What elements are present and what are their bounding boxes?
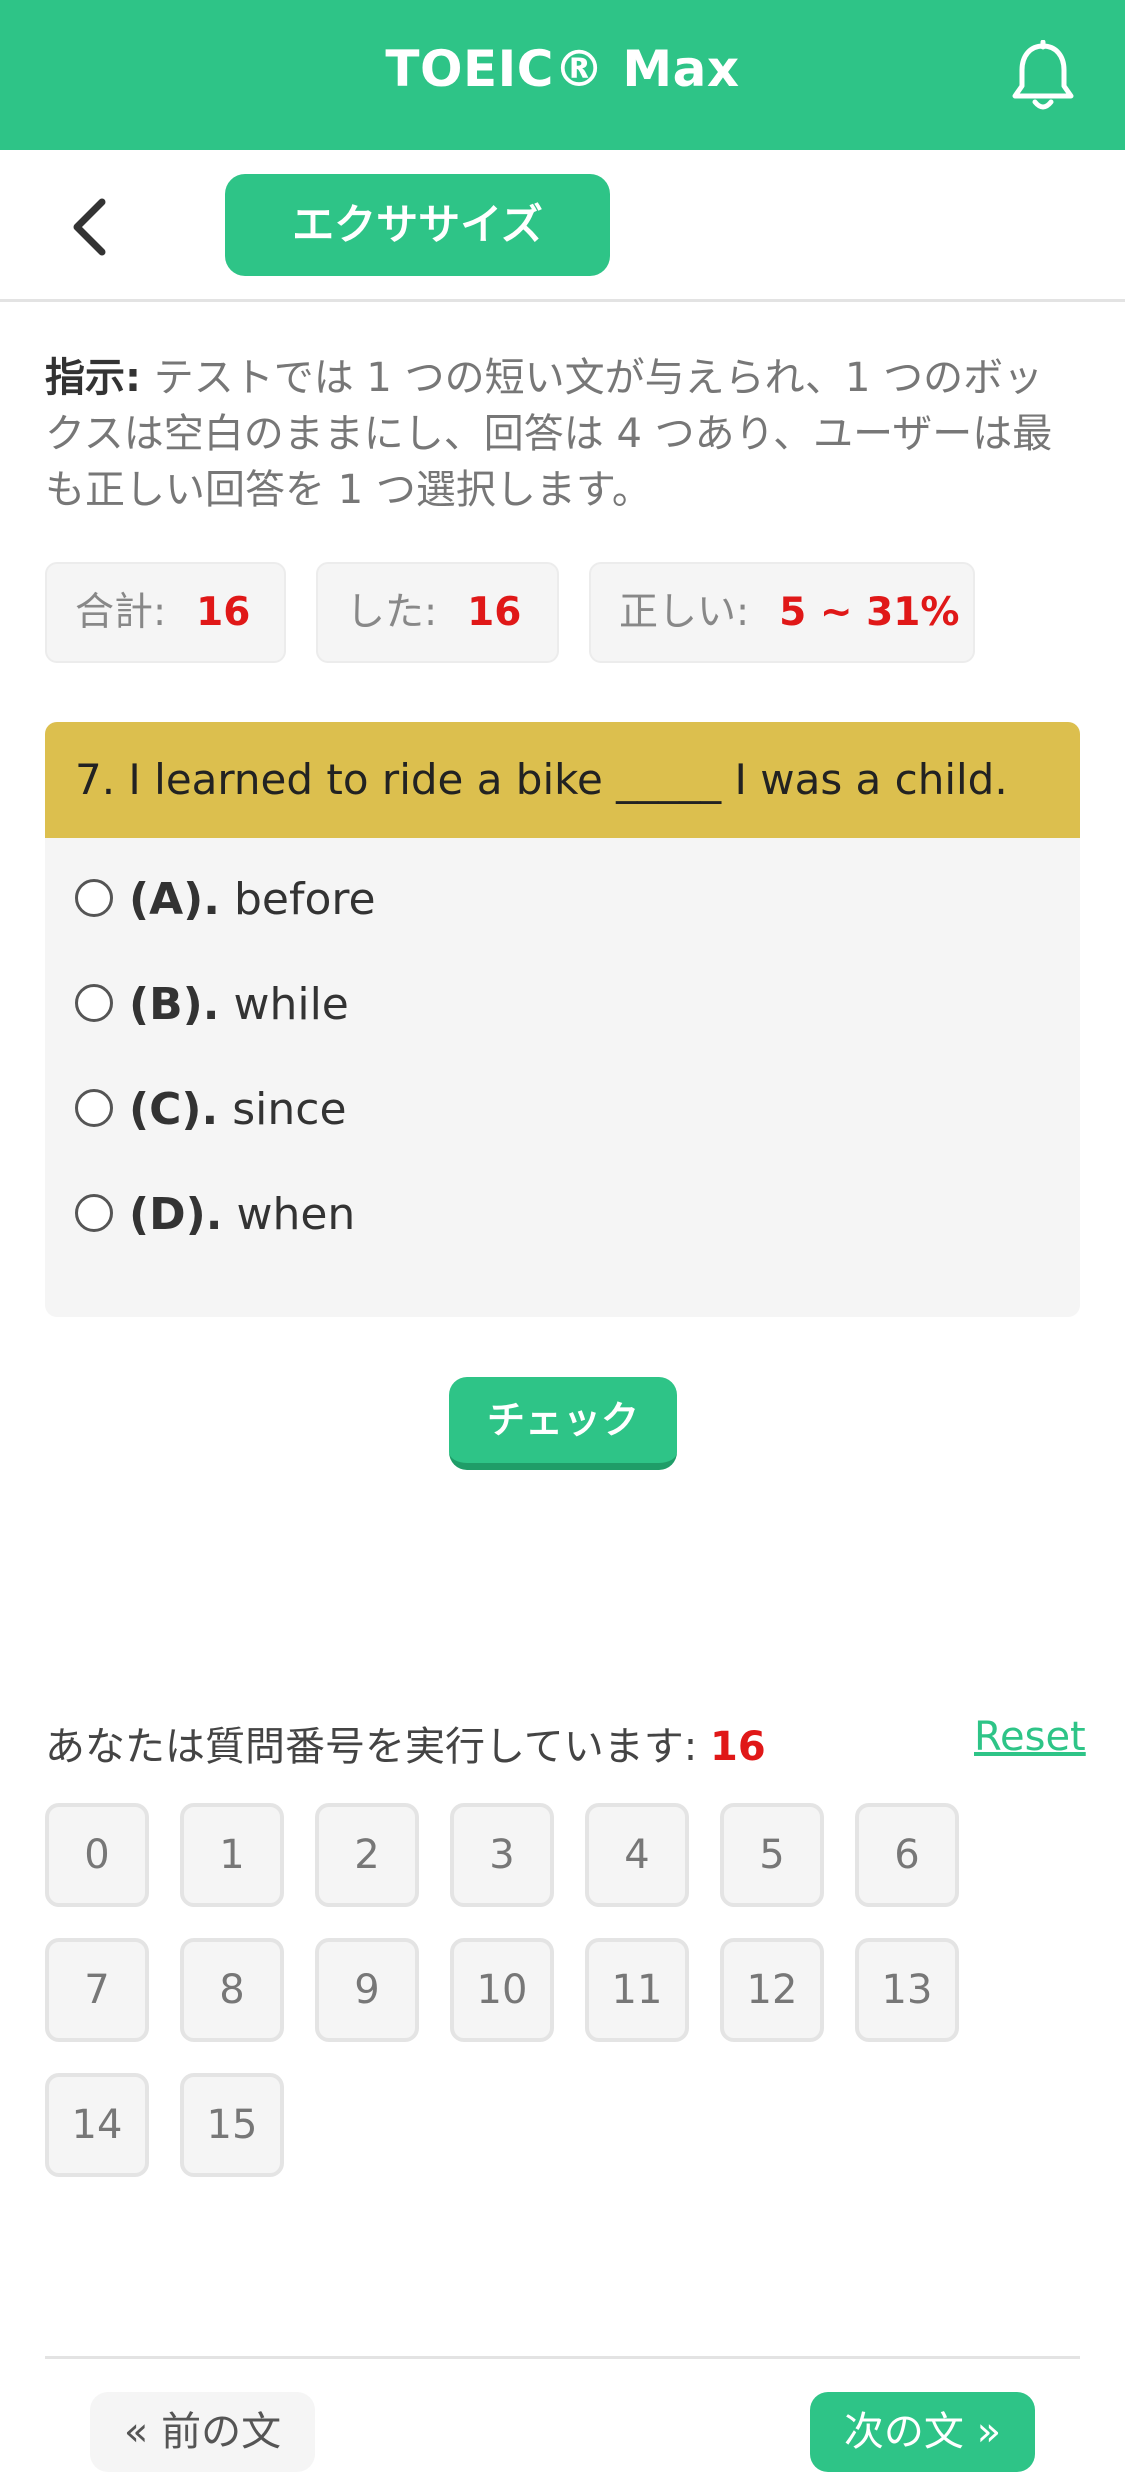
option-d[interactable]: (D). when <box>75 1185 355 1245</box>
stat-done: した: 16 <box>316 562 559 663</box>
stat-total: 合計: 16 <box>45 562 286 663</box>
question-number-button[interactable]: 12 <box>720 1938 824 2042</box>
option-key: (C). <box>129 1084 219 1135</box>
question-number-button[interactable]: 4 <box>585 1803 689 1907</box>
question-number-button[interactable]: 10 <box>450 1938 554 2042</box>
reset-link[interactable]: Reset <box>974 1714 1086 1760</box>
stat-total-label: 合計: <box>75 590 167 635</box>
option-text: when <box>236 1189 356 1240</box>
tab-exercise[interactable]: エクササイズ <box>225 174 610 276</box>
stat-correct: 正しい: 5 ~ 31% <box>589 562 975 663</box>
question-number-button[interactable]: 6 <box>855 1803 959 1907</box>
stat-done-label: した: <box>346 590 438 635</box>
progress-label: あなたは質問番号を実行しています: 16 <box>45 1714 766 1772</box>
option-key: (B). <box>129 979 220 1030</box>
radio-button[interactable] <box>75 1194 113 1232</box>
progress-text: あなたは質問番号を実行しています: <box>45 1724 698 1770</box>
radio-button[interactable] <box>75 1089 113 1127</box>
instruction-text: 指示: テストでは 1 つの短い文が与えられ、1 つのボックスは空白のままにし、… <box>45 350 1080 518</box>
option-text: while <box>233 979 349 1030</box>
option-key: (A). <box>129 874 220 925</box>
stat-correct-label: 正しい: <box>619 590 750 635</box>
question-card: 7. I learned to ride a bike _____ I was … <box>45 722 1080 1317</box>
instruction-body: テストでは 1 つの短い文が与えられ、1 つのボックスは空白のままにし、回答は … <box>45 355 1053 513</box>
question-number-button[interactable]: 3 <box>450 1803 554 1907</box>
question-text: 7. I learned to ride a bike _____ I was … <box>45 722 1080 838</box>
divider <box>45 2356 1080 2359</box>
instruction-label: 指示: <box>45 355 141 401</box>
option-text: before <box>234 874 376 925</box>
sub-navigation: エクササイズ <box>0 150 1125 302</box>
question-number-button[interactable]: 8 <box>180 1938 284 2042</box>
option-c[interactable]: (C). since <box>75 1080 347 1140</box>
stat-correct-value: 5 ~ 31% <box>779 590 960 635</box>
option-a[interactable]: (A). before <box>75 870 376 930</box>
radio-button[interactable] <box>75 879 113 917</box>
chevron-left-icon[interactable] <box>62 192 122 262</box>
option-key: (D). <box>129 1189 223 1240</box>
prev-sentence-button[interactable]: « 前の文 <box>90 2392 315 2472</box>
app-title: TOEIC® Max <box>385 40 740 98</box>
check-button[interactable]: チェック <box>449 1377 677 1470</box>
app-header: TOEIC® Max <box>0 0 1125 150</box>
question-number-button[interactable]: 7 <box>45 1938 149 2042</box>
radio-button[interactable] <box>75 984 113 1022</box>
next-sentence-button[interactable]: 次の文 » <box>810 2392 1035 2472</box>
stat-total-value: 16 <box>196 590 251 635</box>
question-number-button[interactable]: 13 <box>855 1938 959 2042</box>
question-number-button[interactable]: 11 <box>585 1938 689 2042</box>
question-number-button[interactable]: 2 <box>315 1803 419 1907</box>
current-question-number: 16 <box>710 1724 766 1770</box>
question-number-button[interactable]: 9 <box>315 1938 419 2042</box>
question-number-button[interactable]: 1 <box>180 1803 284 1907</box>
question-number-button[interactable]: 14 <box>45 2073 149 2177</box>
question-number-button[interactable]: 5 <box>720 1803 824 1907</box>
bell-icon[interactable] <box>1010 40 1076 112</box>
option-b[interactable]: (B). while <box>75 975 349 1035</box>
option-text: since <box>232 1084 347 1135</box>
stat-done-value: 16 <box>467 590 522 635</box>
question-number-button[interactable]: 0 <box>45 1803 149 1907</box>
question-number-button[interactable]: 15 <box>180 2073 284 2177</box>
